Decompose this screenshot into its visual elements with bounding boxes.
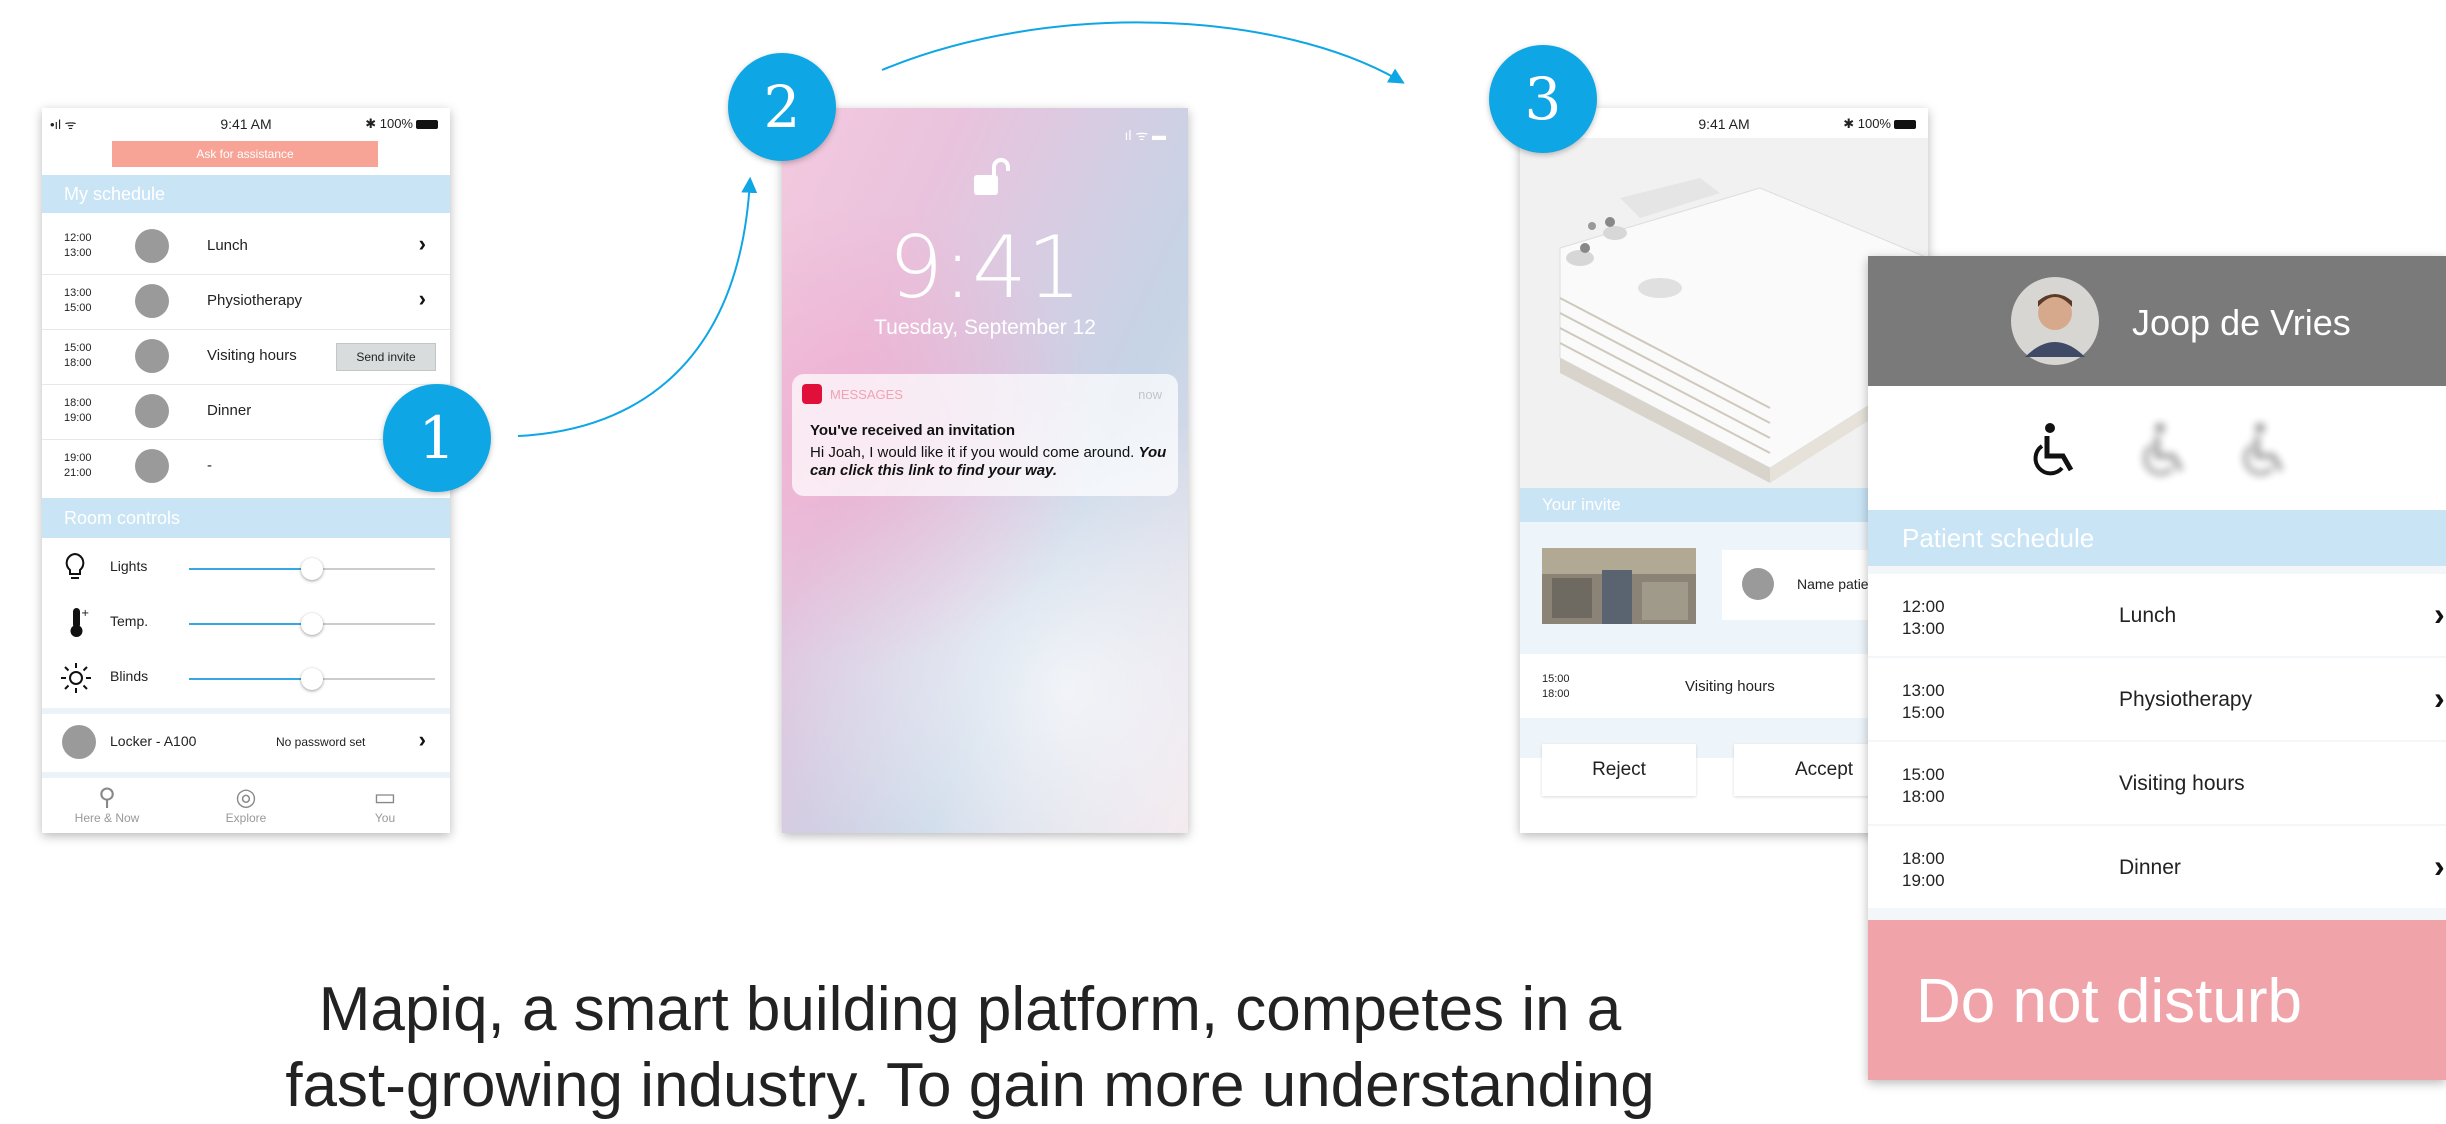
caption: Mapiq, a smart building platform, compet… xyxy=(170,972,1770,1124)
flow-arrows xyxy=(517,21,1405,437)
step-badge-1: 1 xyxy=(383,384,491,492)
step-badge-2: 2 xyxy=(728,53,836,161)
arrow-2-to-3 xyxy=(881,21,1405,84)
arrow-1-to-2 xyxy=(517,176,758,437)
step-badge-3: 3 xyxy=(1489,45,1597,153)
caption-line-1: Mapiq, a smart building platform, compet… xyxy=(318,975,1622,1044)
caption-line-2: fast-growing industry. To gain more unde… xyxy=(285,1051,1655,1120)
